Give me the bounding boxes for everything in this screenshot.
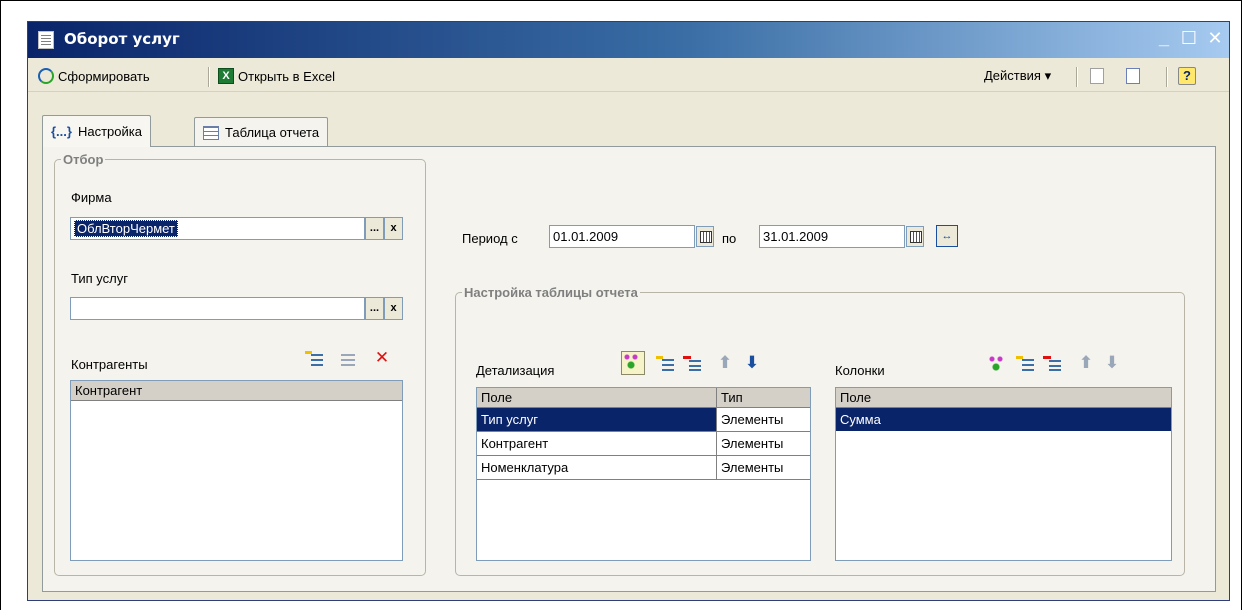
firm-select-button[interactable]: ... <box>365 217 384 240</box>
report-settings-legend: Настройка таблицы отчета <box>464 285 638 300</box>
row-field-cell[interactable]: Тип услуг <box>477 408 717 431</box>
minimize-button[interactable]: _ <box>1153 28 1175 49</box>
move-down-icon[interactable]: ⬇ <box>1103 354 1121 372</box>
refresh-icon <box>38 68 54 84</box>
move-up-icon[interactable]: ⬆ <box>716 354 734 372</box>
column-header-field[interactable]: Поле <box>477 388 717 408</box>
table-row[interactable]: Контрагент Элементы <box>477 432 810 456</box>
service-type-select-button[interactable]: ... <box>365 297 384 320</box>
row-type-cell[interactable]: Элементы <box>717 456 810 479</box>
toolbar-separator <box>1076 67 1077 87</box>
toolbar: Сформировать X Открыть в Excel Действия … <box>28 58 1229 92</box>
toolbar-separator <box>1166 67 1167 87</box>
move-down-icon[interactable]: ⬇ <box>743 354 761 372</box>
maximize-button[interactable]: ☐ <box>1178 28 1200 49</box>
calendar-icon[interactable] <box>696 226 714 247</box>
help-button[interactable]: ? <box>1178 65 1196 87</box>
table-row[interactable]: Сумма <box>836 408 1171 432</box>
help-icon: ? <box>1178 67 1196 85</box>
table-header: Поле <box>836 388 1171 408</box>
filter-legend: Отбор <box>63 152 104 167</box>
row-type-cell[interactable]: Элементы <box>717 408 810 431</box>
open-excel-label: Открыть в Excel <box>238 68 335 84</box>
close-button[interactable]: ✕ <box>1204 28 1226 49</box>
report-window: Оборот услуг _ ☐ ✕ Сформировать X Открыт… <box>27 21 1230 601</box>
firm-value: ОблВторЧермет <box>74 220 178 237</box>
delete-rows-icon[interactable] <box>683 354 701 372</box>
window-title: Оборот услуг <box>64 30 180 48</box>
add-row-icon[interactable] <box>1016 354 1034 372</box>
period-from-field[interactable]: 01.01.2009 <box>549 225 695 248</box>
excel-icon: X <box>218 68 234 84</box>
contractors-label: Контрагенты <box>71 357 148 372</box>
tab-report-table[interactable]: Таблица отчета <box>194 117 329 147</box>
contractors-table[interactable]: Контрагент <box>70 380 403 561</box>
add-row-icon[interactable] <box>305 349 323 367</box>
table-row[interactable]: Номенклатура Элементы <box>477 456 810 480</box>
columns-label: Колонки <box>835 363 885 378</box>
detail-table[interactable]: Поле Тип Тип услуг Элементы Контрагент Э… <box>476 387 811 561</box>
calendar-icon[interactable] <box>906 226 924 247</box>
detail-label: Детализация <box>476 363 555 378</box>
add-multiple-icon[interactable] <box>987 354 1005 372</box>
columns-table[interactable]: Поле Сумма <box>835 387 1172 561</box>
report-document-icon <box>38 31 54 49</box>
service-type-clear-button[interactable]: x <box>384 297 403 320</box>
actions-menu[interactable]: Действия ▾ <box>984 65 1051 87</box>
delete-row-icon[interactable]: ✕ <box>373 349 391 367</box>
generate-label: Сформировать <box>58 68 150 84</box>
page-border-top <box>0 0 1242 1</box>
service-type-label: Тип услуг <box>71 271 128 286</box>
next-document-button[interactable] <box>1126 65 1140 87</box>
open-excel-button[interactable]: X Открыть в Excel <box>218 65 335 87</box>
move-up-icon[interactable]: ⬆ <box>1077 354 1095 372</box>
table-header: Поле Тип <box>477 388 810 408</box>
column-header-field[interactable]: Поле <box>836 388 1171 408</box>
toolbar-separator <box>208 67 209 87</box>
row-type-cell[interactable]: Элементы <box>717 432 810 455</box>
column-header-contractor[interactable]: Контрагент <box>71 381 402 401</box>
delete-rows-icon[interactable] <box>1043 354 1061 372</box>
title-bar[interactable]: Оборот услуг _ ☐ ✕ <box>28 22 1229 58</box>
page-border-left <box>0 0 1 610</box>
column-header-type[interactable]: Тип <box>717 388 810 408</box>
tab-settings-label: Настройка <box>77 124 142 139</box>
row-field-cell[interactable]: Номенклатура <box>477 456 717 479</box>
document-back-icon <box>1090 68 1104 84</box>
previous-document-button[interactable] <box>1090 65 1104 87</box>
settings-panel: Отбор Фирма ОблВторЧермет ... x Тип услу… <box>42 146 1216 592</box>
service-type-field[interactable] <box>70 297 365 320</box>
firm-clear-button[interactable]: x <box>384 217 403 240</box>
table-icon <box>203 125 219 140</box>
table-row[interactable]: Тип услуг Элементы <box>477 408 810 432</box>
period-to-value: 31.01.2009 <box>763 229 829 244</box>
add-multiple-icon[interactable] <box>621 351 645 375</box>
document-forward-icon <box>1126 68 1140 84</box>
period-to-label: по <box>722 231 737 246</box>
period-from-value: 01.01.2009 <box>553 229 619 244</box>
firm-field[interactable]: ОблВторЧермет <box>70 217 365 240</box>
period-to-field[interactable]: 31.01.2009 <box>759 225 905 248</box>
row-field-cell[interactable]: Контрагент <box>477 432 717 455</box>
tab-settings[interactable]: {...} Настройка <box>42 115 151 147</box>
edit-row-icon[interactable] <box>339 349 357 367</box>
table-header: Контрагент <box>71 381 402 401</box>
row-field-cell[interactable]: Сумма <box>836 408 1171 431</box>
actions-label: Действия ▾ <box>984 68 1052 83</box>
period-from-label: Период с <box>462 231 518 246</box>
tab-report-table-label: Таблица отчета <box>225 125 320 140</box>
firm-label: Фирма <box>71 190 112 205</box>
generate-button[interactable]: Сформировать <box>38 65 150 87</box>
braces-icon: {...} <box>51 124 72 139</box>
period-select-button[interactable]: ↔ <box>936 225 958 247</box>
add-row-icon[interactable] <box>656 354 674 372</box>
